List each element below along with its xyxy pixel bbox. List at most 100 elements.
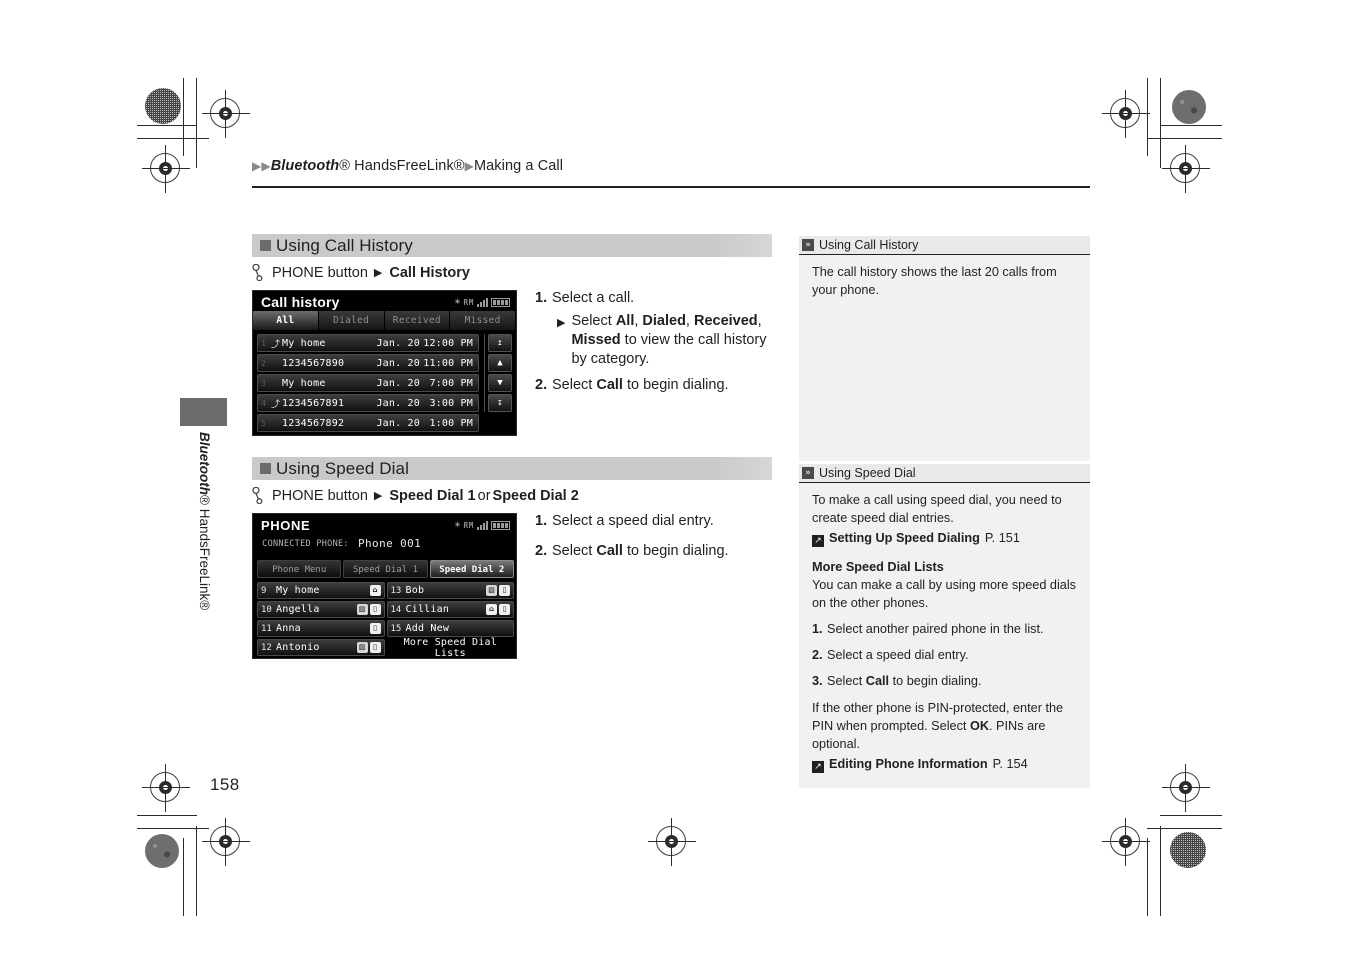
breadcrumb-current: Making a Call [473,158,564,174]
tab-dialed[interactable]: Dialed [319,311,385,330]
more-speed-dial-lists-button[interactable]: More Speed Dial Lists [387,637,515,659]
entry-name: Antonio [276,642,320,653]
side-tab-marker [180,398,227,426]
entry-badges: ▯ [369,623,381,634]
crop-line [196,78,197,168]
row-name: My home [282,337,326,349]
registration-mark [142,764,190,812]
sidebar-step-1: 1. Select another paired phone in the li… [812,621,1078,639]
speed-dial-entry[interactable]: 11 Anna ▯ [257,620,385,637]
entry-name: Anna [276,623,301,634]
row-date: Jan. 20 [376,397,420,409]
row-time: 1:00 PM [429,417,473,429]
sidebar-body-call-history: The call history shows the last 20 calls… [799,255,1090,461]
sidebar-body-speed-dial: To make a call using speed dial, you nee… [799,483,1090,788]
speed-dial-entry[interactable]: 13 Bob ▨ ▯ [386,582,514,599]
substep-text: Select All, Dialed, Received, Missed to … [571,313,767,368]
call-direction-icon: ⤴ [270,399,280,410]
tab-missed[interactable]: Missed [450,311,516,330]
step-1: 1. Select a speed dial entry. [535,512,770,531]
side-tab-label: Bluetooth® HandsFreeLink® [197,432,212,611]
step-text: Select Call to begin dialing. [552,543,729,560]
work-phone-icon: ▨ [356,642,368,653]
tab-speed-dial-1[interactable]: Speed Dial 1 [343,560,428,578]
command-path-call-history: PHONE button ▶ Call History [252,264,772,281]
speed-dial-entry[interactable]: 10 Angella ▨ ▯ [257,601,385,618]
row-time: 7:00 PM [429,377,473,389]
entry-number: 9 [261,585,267,596]
row-time: 12:00 PM [423,337,473,349]
table-row[interactable]: 2 1234567890 Jan. 20 11:00 PM [257,354,479,372]
speed-dial-entry[interactable]: 14 Cillian ⌂ ▯ [386,601,514,618]
crop-line [1147,828,1222,829]
status-bar: ✳ RM [454,520,510,530]
cross-reference-setting-up-speed-dialing[interactable]: ↗ Setting Up Speed Dialing P. 151 [812,529,1078,548]
step-number: 2. [535,376,548,393]
call-history-list: 1 ⤴ My home Jan. 20 12:00 PM 2 123456789… [257,334,479,434]
command-target: Call History [389,264,470,281]
crop-line [137,138,209,139]
connected-phone-row: CONNECTED PHONE: Phone 001 [253,537,516,550]
breadcrumb-arrow-icon: ▶ [261,159,271,173]
connected-phone-label: CONNECTED PHONE: [262,538,349,549]
crop-line [183,838,184,916]
entry-name: Add New [405,623,450,634]
scroll-top-button[interactable]: ↥ [488,334,512,352]
home-phone-icon: ⌂ [486,604,497,615]
square-bullet-icon [260,240,271,251]
crop-line [196,826,197,916]
breadcrumb: ▶▶Bluetooth® HandsFreeLink®▶Making a Cal… [252,158,563,174]
breadcrumb-handsfreelink: HandsFreeLink® [350,158,465,174]
call-direction-icon: ⤴ [270,339,280,350]
step-number: 1. [535,513,548,529]
reference-title: Setting Up Speed Dialing [829,531,980,546]
tab-received[interactable]: Received [385,311,451,330]
tab-speed-dial-2[interactable]: Speed Dial 2 [429,560,514,578]
speed-dial-entry[interactable]: 9 My home ⌂ [257,582,385,599]
tab-phone-menu[interactable]: Phone Menu [257,560,342,578]
cross-reference-editing-phone-information[interactable]: ↗ Editing Phone Information P. 154 [812,755,1078,773]
screen-title: PHONE [261,518,311,533]
mobile-phone-icon: ▯ [499,585,510,596]
reference-page: P. 151 [984,531,1020,546]
step-text: Select another paired phone in the list. [827,622,1044,637]
call-history-tabs[interactable]: All Dialed Received Missed [253,311,516,330]
command-conjunction: or [477,487,491,504]
table-row[interactable]: 3 My home Jan. 20 7:00 PM [257,374,479,392]
table-row[interactable]: 4 ⤴ 1234567891 Jan. 20 3:00 PM [257,394,479,412]
entry-number: 11 [261,623,272,634]
registration-mark [648,818,696,866]
sidebar-note: If the other phone is PIN-protected, ent… [812,700,1064,751]
table-row[interactable]: 5 1234567892 Jan. 20 1:00 PM [257,414,479,432]
double-chevron-icon: » [802,467,814,479]
phone-speed-dial-screenshot: PHONE ✳ RM CONNECTED PHONE: Phone 001 Ph… [252,513,517,659]
section-title: Using Call History [276,235,413,255]
crop-line [1147,78,1148,156]
table-row[interactable]: 1 ⤴ My home Jan. 20 12:00 PM [257,334,479,352]
command-prefix: PHONE button [272,264,368,281]
work-phone-icon: ▨ [486,585,497,596]
mobile-phone-icon: ▯ [369,642,381,653]
phone-tabs[interactable]: Phone Menu Speed Dial 1 Speed Dial 2 [257,560,514,578]
scrollbar-controls[interactable]: ↥ ▲ ▼ ↧ [484,334,512,412]
registration-mark [1162,764,1210,812]
step-number: 2. [812,647,823,662]
status-bar: ✳ RM [454,297,510,307]
speed-dial-entry-add-new[interactable]: 15 Add New [386,620,514,637]
phone-handset-icon [252,264,263,281]
entry-number: 14 [390,604,402,615]
scroll-down-button[interactable]: ▼ [488,374,512,392]
scroll-bottom-button[interactable]: ↧ [488,394,512,412]
crop-line [137,828,209,829]
call-history-steps: 1. Select a call. ▶ Select All, Dialed, … [535,289,770,399]
scroll-up-button[interactable]: ▲ [488,354,512,372]
speed-dial-entry[interactable]: 12 Antonio ▨ ▯ [257,639,385,656]
density-patch-top-left [145,88,181,124]
tab-all[interactable]: All [253,311,319,330]
sidebar-header-call-history: » Using Call History [799,236,1090,255]
substep-categories: ▶ Select All, Dialed, Received, Missed t… [557,312,770,369]
density-patch-bottom-left [145,834,179,868]
roaming-indicator: RM [463,297,474,307]
breadcrumb-arrow-icon: ▶ [252,159,262,173]
row-index: 5 [261,418,266,428]
